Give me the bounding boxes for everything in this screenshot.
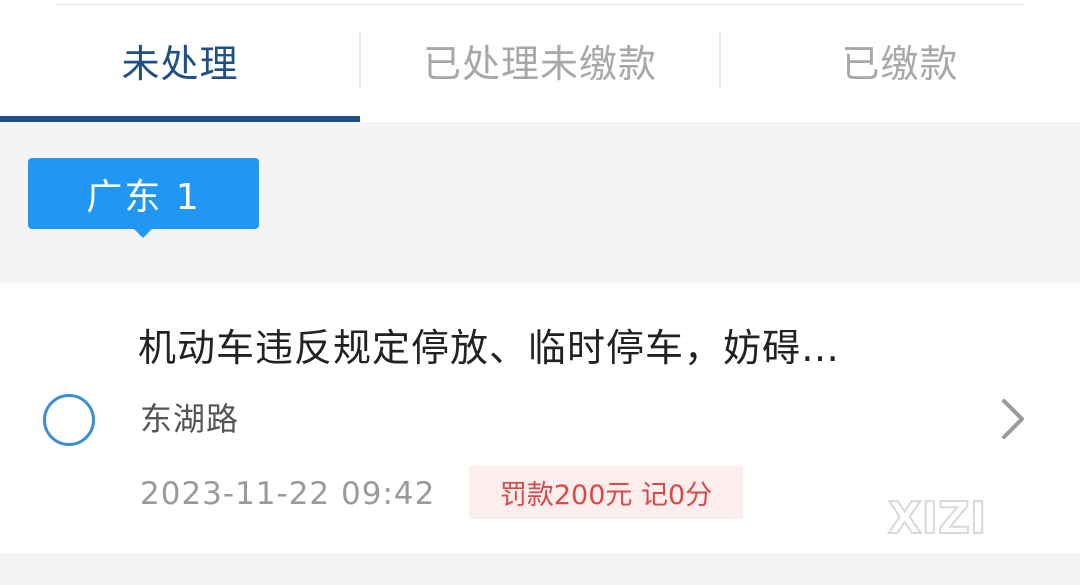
tab-unprocessed-label: 未处理 [121,41,239,86]
plate-pointer [132,227,154,238]
radio-unchecked-icon[interactable] [43,394,95,446]
plate-badge[interactable]: 广东 1 [28,158,259,229]
tab-processed-unpaid[interactable]: 已处理未缴款 [360,0,720,122]
plate-selector[interactable]: 广东 1 [28,158,259,238]
tab-paid[interactable]: 已缴款 [720,0,1080,122]
tab-processed-unpaid-label: 已处理未缴款 [422,41,657,86]
violation-location: 东湖路 [140,400,240,438]
violation-datetime: 2023-11-22 09:42 [140,476,436,512]
penalty-text: 罚款200元 记0分 [499,480,713,511]
tab-bar: 未处理 已处理未缴款 已缴款 [0,0,1080,122]
violation-card[interactable]: 机动车违反规定停放、临时停车，妨碍… 东湖路 2023-11-22 09:42 … [0,283,1080,553]
penalty-badge: 罚款200元 记0分 [469,466,743,519]
tab-paid-label: 已缴款 [841,41,959,86]
tab-unprocessed[interactable]: 未处理 [0,0,360,122]
violation-title: 机动车违反规定停放、临时停车，妨碍… [138,326,841,370]
watermark-text: XIZI [888,493,987,541]
active-tab-indicator [0,116,360,122]
chevron-right-icon[interactable] [996,397,1028,441]
watermark-logo: XIZI [887,493,988,541]
plate-label: 广东 1 [86,176,201,218]
